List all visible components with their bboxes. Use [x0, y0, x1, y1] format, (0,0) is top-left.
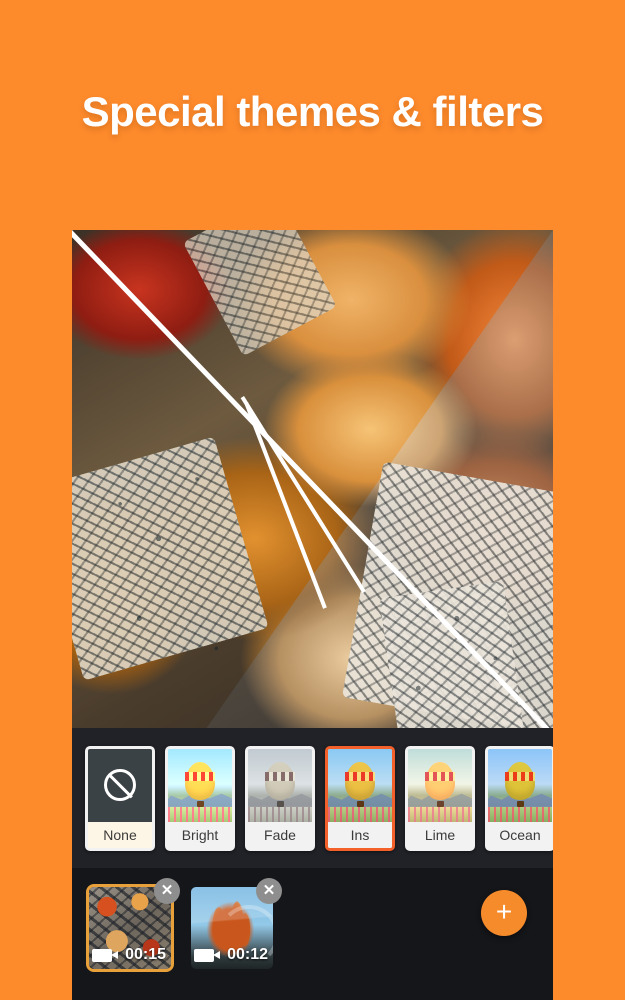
balloon-thumbnail-icon	[248, 748, 312, 822]
filter-chip-label: Ocean	[488, 821, 552, 848]
filter-chip-label: Ins	[328, 821, 392, 848]
close-icon[interactable]: ✕	[154, 878, 180, 904]
clip-timeline: 00:15 ✕ 00:12 ✕ +	[72, 868, 553, 1000]
filter-chip-bright[interactable]: Bright	[165, 745, 235, 851]
filter-chip-ins[interactable]: Ins	[325, 745, 395, 851]
filter-chip-fade[interactable]: Fade	[245, 745, 315, 851]
filter-chip-label: None	[88, 821, 152, 848]
balloon-thumbnail-icon	[168, 748, 232, 822]
video-camera-icon	[194, 948, 220, 962]
clip-duration: 00:12	[227, 946, 268, 963]
filter-chip-label: Bright	[168, 821, 232, 848]
timeline-clip[interactable]: 00:15 ✕	[86, 878, 180, 972]
filter-chip-label: Fade	[248, 821, 312, 848]
filter-chip-none[interactable]: None	[85, 745, 155, 851]
filter-chip-lime[interactable]: Lime	[405, 745, 475, 851]
balloon-thumbnail-icon	[408, 748, 472, 822]
page-title: Special themes & filters	[81, 88, 544, 135]
no-filter-icon	[88, 748, 152, 822]
filter-strip[interactable]: None Bright Fade Ins Lime Ocean	[72, 728, 553, 868]
timeline-clip[interactable]: 00:12 ✕	[188, 878, 282, 972]
balloon-thumbnail-icon	[328, 748, 392, 822]
filter-chip-ocean[interactable]: Ocean	[485, 745, 553, 851]
app-frame: None Bright Fade Ins Lime Ocean 00:15 ✕ …	[72, 230, 553, 1000]
add-clip-button[interactable]: +	[481, 890, 527, 936]
video-camera-icon	[92, 948, 118, 962]
balloon-thumbnail-icon	[488, 748, 552, 822]
clip-duration: 00:15	[125, 946, 166, 963]
close-icon[interactable]: ✕	[256, 878, 282, 904]
filter-chip-label: Lime	[408, 821, 472, 848]
filter-preview-split[interactable]	[72, 230, 553, 728]
